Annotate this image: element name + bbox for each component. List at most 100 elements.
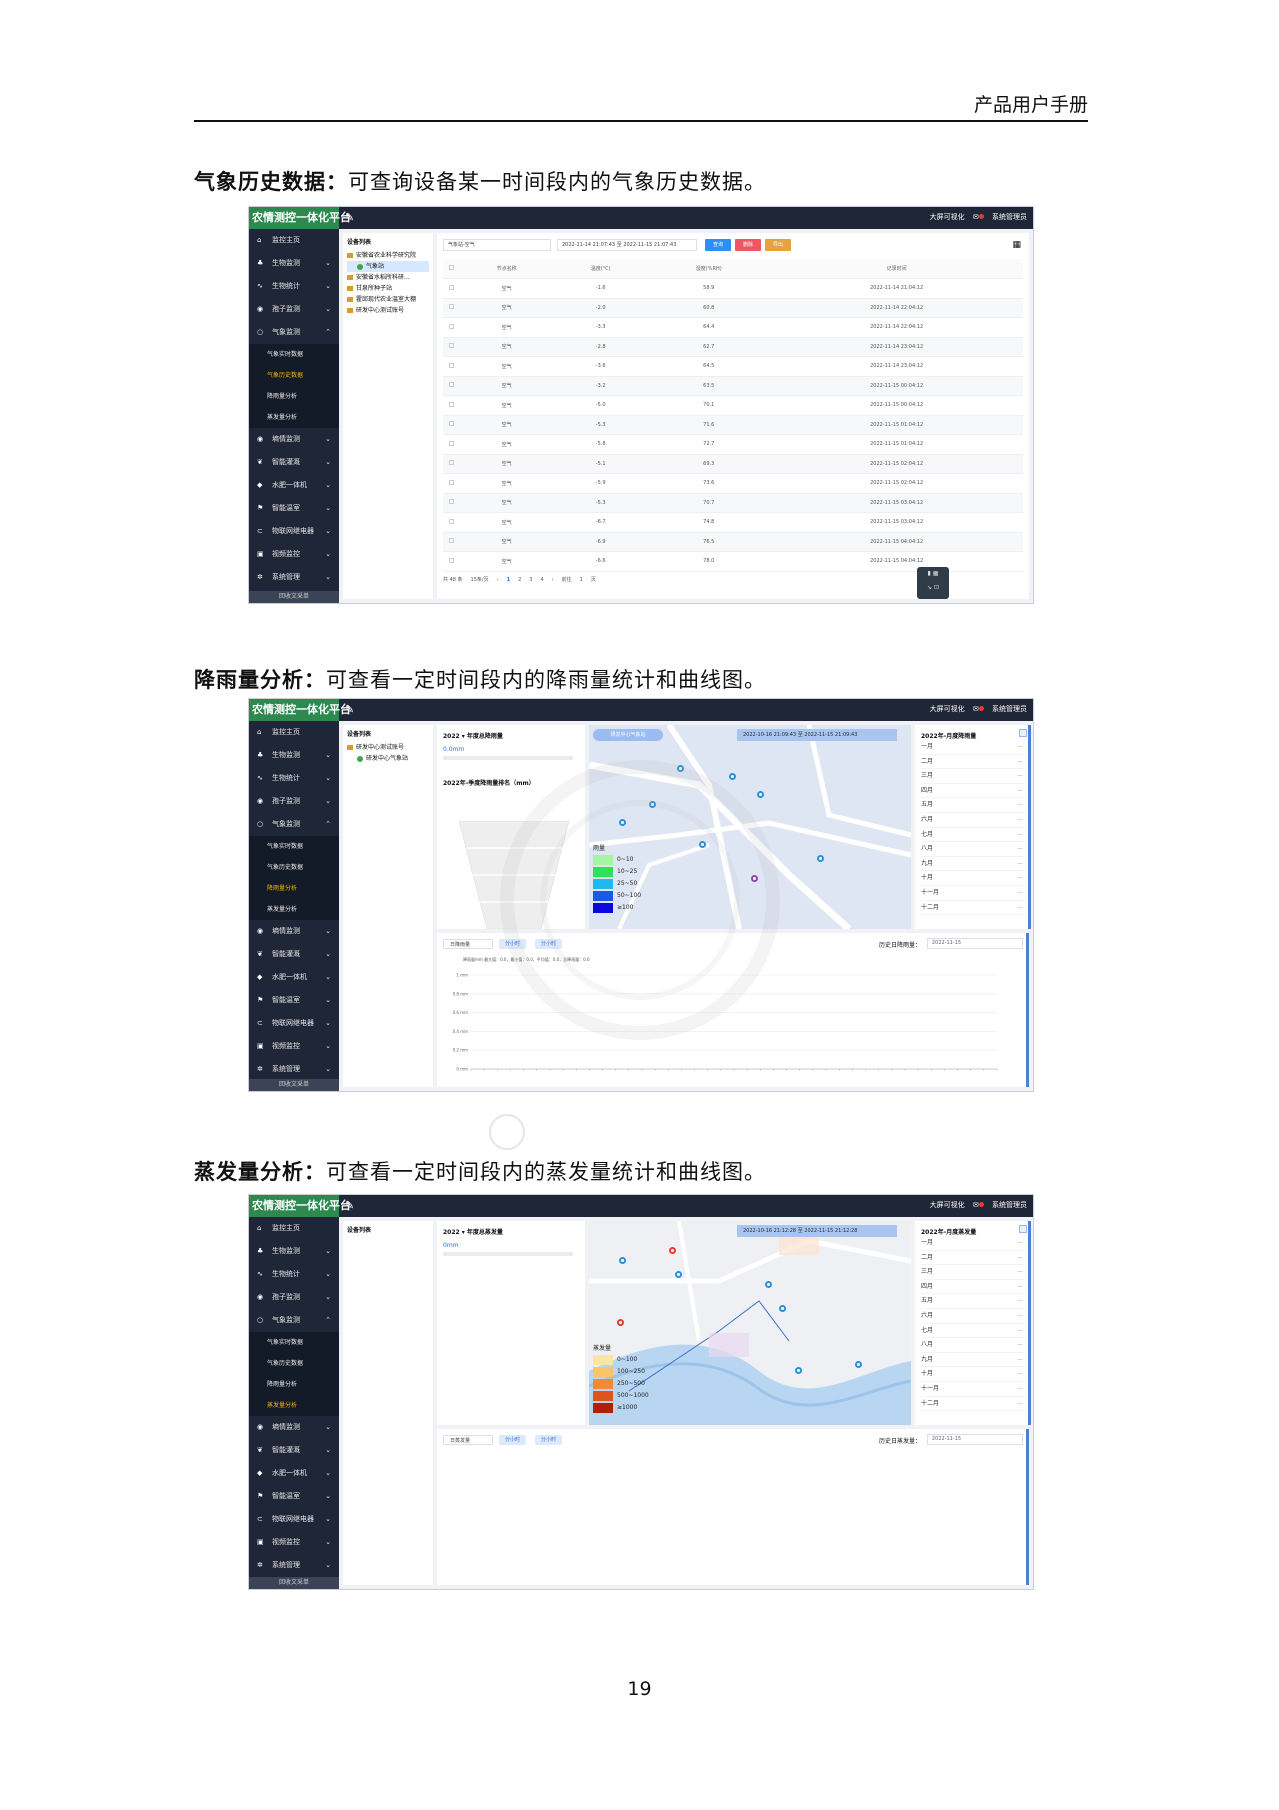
delete-button[interactable]: 删除 [735, 239, 761, 251]
sidebar-item[interactable]: ▣ 视频监控 ⌄ [249, 1531, 339, 1554]
row-checkbox-cell[interactable] [443, 337, 459, 357]
annual-evaporation-title[interactable]: 2022 ▾ 年度总蒸发量 [443, 1227, 579, 1236]
pager-item[interactable]: 2 [518, 577, 521, 583]
date-range-picker[interactable]: 2022-11-14 21:07:43 至 2022-11-15 21:07:4… [557, 239, 697, 251]
sidebar-item[interactable]: ∿ 生物统计 ⌄ [249, 767, 339, 790]
tree-node[interactable]: 安徽省农业科学研究院 [347, 250, 429, 261]
sidebar-item[interactable]: ◉ 墒情监测 ⌄ [249, 920, 339, 943]
row-checkbox-cell[interactable] [443, 356, 459, 377]
row-checkbox-cell[interactable] [443, 551, 459, 572]
sidebar-subitem[interactable]: 气象实时数据 [249, 344, 339, 365]
sidebar-item[interactable]: ◉ 孢子监测 ⌄ [249, 1286, 339, 1309]
checkbox-icon[interactable] [448, 518, 454, 524]
pager-item[interactable]: › [552, 577, 554, 583]
tree-node[interactable]: 甘泉所种子站 [347, 283, 429, 294]
hour-button[interactable]: 分小时 [499, 1435, 527, 1445]
sidebar-subitem[interactable]: 降雨量分析 [249, 1374, 339, 1395]
table-row[interactable]: 空气 -2.8 62.7 2022-11-14 23:04:12 [443, 337, 1023, 357]
mode-select[interactable]: 日蒸发量 [443, 1435, 493, 1445]
query-button[interactable]: 查询 [705, 239, 731, 251]
floating-toolbox[interactable]: ▮ ▦ ↘ ⊡ [917, 567, 949, 599]
edit-icon[interactable]: ✎ [345, 1199, 354, 1212]
row-checkbox-cell[interactable] [443, 532, 459, 552]
sidebar-item[interactable]: ◉ 墒情监测 ⌄ [249, 428, 339, 451]
expand-icon[interactable] [1019, 729, 1027, 737]
user-menu[interactable]: 系统管理员 [992, 705, 1027, 713]
pager-item[interactable]: ‹ [497, 577, 499, 583]
pager-item[interactable]: 15条/页 [471, 577, 489, 583]
sidebar-item[interactable]: ◆ 水肥一体机 ⌄ [249, 474, 339, 497]
sidebar-item[interactable]: ⊂ 物联网继电器 ⌄ [249, 1012, 339, 1035]
sidebar-subitem[interactable]: 气象历史数据 [249, 365, 339, 386]
pager-item[interactable]: 1 [507, 577, 510, 583]
checkbox-icon[interactable] [448, 382, 454, 388]
row-checkbox-cell[interactable] [443, 278, 459, 299]
pager-item[interactable]: 页 [591, 577, 596, 583]
user-menu[interactable]: 系统管理员 [992, 213, 1027, 221]
table-row[interactable]: 空气 -5.1 69.3 2022-11-15 02:04:12 [443, 454, 1023, 474]
map-pin[interactable] [669, 1247, 676, 1254]
sidebar-item[interactable]: ♣ 生物监测 ⌄ [249, 744, 339, 767]
scrollbar[interactable] [1028, 725, 1031, 929]
table-row[interactable]: 空气 -5.3 71.6 2022-11-15 01:04:12 [443, 415, 1023, 435]
checkbox-icon[interactable] [448, 265, 454, 270]
sidebar-item[interactable]: ○ 气象监测 ⌃ [249, 813, 339, 836]
row-checkbox-cell[interactable] [443, 395, 459, 416]
sidebar-item[interactable]: ✲ 系统管理 ⌄ [249, 566, 339, 589]
mode-select[interactable]: 日降雨量 [443, 939, 493, 949]
table-row[interactable]: 空气 -5.8 72.7 2022-11-15 01:04:12 [443, 434, 1023, 455]
sidebar-item[interactable]: ◉ 孢子监测 ⌄ [249, 298, 339, 321]
pager-item[interactable]: 3 [529, 577, 532, 583]
map-pin[interactable] [855, 1361, 862, 1368]
table-row[interactable]: 空气 -3.6 64.5 2022-11-14 23:04:12 [443, 356, 1023, 377]
row-checkbox-cell[interactable] [443, 376, 459, 396]
sidebar-item[interactable]: ▣ 视频监控 ⌄ [249, 1035, 339, 1058]
column-header[interactable]: 湿度(%RH) [647, 259, 771, 279]
checkbox-icon[interactable] [448, 401, 454, 407]
sidebar-item[interactable]: ❦ 智能灌溉 ⌄ [249, 1439, 339, 1462]
expand-icon[interactable] [1019, 1225, 1027, 1233]
notification-icon[interactable]: ✉ [973, 705, 984, 713]
column-header[interactable]: 记录时间 [770, 259, 1023, 279]
table-row[interactable]: 空气 -2.0 60.8 2022-11-14 22:04:12 [443, 298, 1023, 318]
sidebar-subitem[interactable]: 气象实时数据 [249, 836, 339, 857]
edit-icon[interactable]: ✎ [345, 703, 354, 716]
user-menu[interactable]: 系统管理员 [992, 1201, 1027, 1209]
row-checkbox-cell[interactable] [443, 434, 459, 455]
row-checkbox-cell[interactable] [443, 415, 459, 435]
dashboard-link[interactable]: 大屏可视化 [930, 705, 965, 713]
sidebar-subitem[interactable]: 降雨量分析 [249, 878, 339, 899]
scrollbar[interactable] [1028, 1221, 1031, 1425]
sidebar-item[interactable]: ⊂ 物联网继电器 ⌄ [249, 1508, 339, 1531]
checkbox-icon[interactable] [448, 304, 454, 310]
map-pin[interactable] [675, 1271, 682, 1278]
notification-icon[interactable]: ✉ [973, 1201, 984, 1209]
pager-item[interactable]: 4 [540, 577, 543, 583]
map-date-range[interactable]: 2022-10-16 21:09:43 至 2022-11-15 21:09:4… [737, 729, 897, 741]
sidebar-item[interactable]: ○ 气象监测 ⌃ [249, 1309, 339, 1332]
sidebar-subitem[interactable]: 蒸发量分析 [249, 407, 339, 428]
sidebar-item[interactable]: ⌂ 监控主页 [249, 1217, 339, 1240]
sidebar-item[interactable]: ◆ 水肥一体机 ⌄ [249, 1462, 339, 1485]
pager-item[interactable]: 1 [580, 577, 583, 583]
edit-icon[interactable]: ✎ [345, 211, 354, 224]
hour-button[interactable]: 分小时 [535, 1435, 563, 1445]
sidebar-item[interactable]: ♣ 生物监测 ⌄ [249, 252, 339, 275]
sidebar-item[interactable]: ✲ 系统管理 ⌄ [249, 1554, 339, 1577]
row-checkbox-cell[interactable] [443, 493, 459, 513]
checkbox-icon[interactable] [448, 460, 454, 466]
table-row[interactable]: 空气 -5.0 70.1 2022-11-15 00:04:12 [443, 395, 1023, 416]
checkbox-icon[interactable] [448, 284, 454, 290]
sidebar-footer[interactable]: 回收文采单 [249, 1079, 339, 1091]
annual-rainfall-title[interactable]: 2022 ▾ 年度总降雨量 [443, 731, 579, 740]
scrollbar[interactable] [1026, 1429, 1029, 1585]
sidebar-subitem[interactable]: 降雨量分析 [249, 386, 339, 407]
row-checkbox-cell[interactable] [443, 473, 459, 494]
row-checkbox-cell[interactable] [443, 512, 459, 533]
tree-node[interactable]: 研发中心测试账号 [347, 305, 429, 316]
dashboard-link[interactable]: 大屏可视化 [930, 1201, 965, 1209]
table-row[interactable]: 空气 -6.9 76.5 2022-11-15 04:04:12 [443, 532, 1023, 552]
sidebar-footer[interactable]: 回收文采单 [249, 1577, 339, 1589]
row-checkbox-cell[interactable] [443, 298, 459, 318]
map-date-range[interactable]: 2022-10-16 21:12:28 至 2022-11-15 21:12:2… [737, 1225, 897, 1237]
